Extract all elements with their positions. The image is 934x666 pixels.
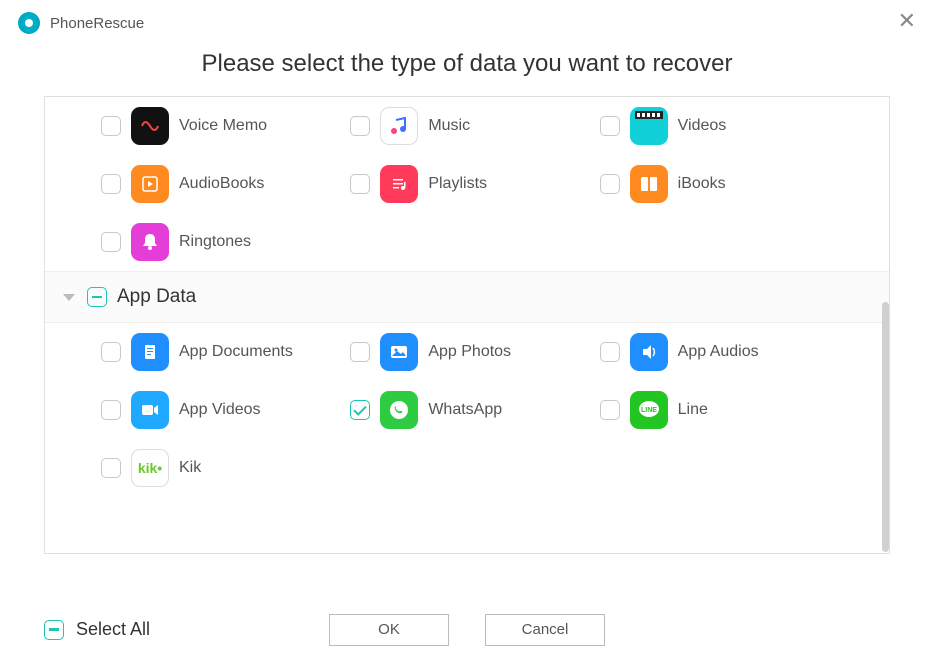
checkbox-app-audios[interactable]: [600, 342, 620, 362]
label-playlists: Playlists: [428, 175, 487, 193]
label-app-documents: App Documents: [179, 343, 293, 361]
videos-icon: [630, 107, 668, 145]
checkbox-playlists[interactable]: [350, 174, 370, 194]
app-photos-icon: [380, 333, 418, 371]
button-row: OK Cancel: [329, 614, 605, 646]
item-voice-memo[interactable]: Voice Memo: [101, 107, 350, 145]
scroll-area[interactable]: Voice Memo Music Videos: [45, 97, 889, 553]
cancel-button[interactable]: Cancel: [485, 614, 605, 646]
playlists-icon: [380, 165, 418, 203]
app-videos-icon: [131, 391, 169, 429]
item-line[interactable]: LINE Line: [600, 391, 849, 429]
checkbox-app-documents[interactable]: [101, 342, 121, 362]
app-audios-icon: [630, 333, 668, 371]
label-app-audios: App Audios: [678, 343, 759, 361]
checkbox-line[interactable]: [600, 400, 620, 420]
whatsapp-icon: [380, 391, 418, 429]
item-music[interactable]: Music: [350, 107, 599, 145]
chevron-down-icon: [63, 294, 75, 301]
ibooks-icon: [630, 165, 668, 203]
item-playlists[interactable]: Playlists: [350, 165, 599, 203]
media-row-1: Voice Memo Music Videos: [45, 97, 889, 155]
line-icon: LINE: [630, 391, 668, 429]
label-app-photos: App Photos: [428, 343, 511, 361]
label-app-videos: App Videos: [179, 401, 261, 419]
appdata-row-2: App Videos WhatsApp LINE Line: [45, 381, 889, 439]
checkbox-select-all[interactable]: [44, 620, 64, 640]
checkbox-music[interactable]: [350, 116, 370, 136]
app-title: PhoneRescue: [50, 15, 144, 32]
item-videos[interactable]: Videos: [600, 107, 849, 145]
checkbox-audiobooks[interactable]: [101, 174, 121, 194]
page-title: Please select the type of data you want …: [0, 50, 934, 78]
label-voice-memo: Voice Memo: [179, 117, 267, 135]
checkbox-voice-memo[interactable]: [101, 116, 121, 136]
item-app-photos[interactable]: App Photos: [350, 333, 599, 371]
section-app-data[interactable]: App Data: [45, 271, 889, 323]
item-app-audios[interactable]: App Audios: [600, 333, 849, 371]
media-row-2: AudioBooks Playlists iBooks: [45, 155, 889, 213]
appdata-row-3: kik• Kik: [45, 439, 889, 497]
select-all[interactable]: Select All: [44, 619, 150, 640]
checkbox-app-photos[interactable]: [350, 342, 370, 362]
label-ibooks: iBooks: [678, 175, 726, 193]
footer: Select All OK Cancel: [44, 619, 890, 640]
item-kik[interactable]: kik• Kik: [101, 449, 350, 487]
kik-icon: kik•: [131, 449, 169, 487]
label-videos: Videos: [678, 117, 727, 135]
label-audiobooks: AudioBooks: [179, 175, 264, 193]
item-audiobooks[interactable]: AudioBooks: [101, 165, 350, 203]
close-icon[interactable]: ✕: [898, 10, 916, 32]
audiobooks-icon: [131, 165, 169, 203]
voice-memo-icon: [131, 107, 169, 145]
app-logo: [18, 12, 40, 34]
item-ringtones[interactable]: Ringtones: [101, 223, 350, 261]
checkbox-ringtones[interactable]: [101, 232, 121, 252]
label-kik: Kik: [179, 459, 201, 477]
section-label-app-data: App Data: [117, 286, 196, 308]
svg-text:LINE: LINE: [641, 407, 657, 414]
data-type-panel: Voice Memo Music Videos: [44, 96, 890, 554]
checkbox-kik[interactable]: [101, 458, 121, 478]
media-row-3: Ringtones: [45, 213, 889, 271]
ringtones-icon: [131, 223, 169, 261]
appdata-row-1: App Documents App Photos App Audios: [45, 323, 889, 381]
label-ringtones: Ringtones: [179, 233, 251, 251]
label-music: Music: [428, 117, 470, 135]
checkbox-videos[interactable]: [600, 116, 620, 136]
item-ibooks[interactable]: iBooks: [600, 165, 849, 203]
item-whatsapp[interactable]: WhatsApp: [350, 391, 599, 429]
scrollbar[interactable]: [882, 302, 889, 552]
ok-button[interactable]: OK: [329, 614, 449, 646]
checkbox-app-data[interactable]: [87, 287, 107, 307]
label-whatsapp: WhatsApp: [428, 401, 502, 419]
music-icon: [380, 107, 418, 145]
checkbox-ibooks[interactable]: [600, 174, 620, 194]
select-all-label: Select All: [76, 619, 150, 640]
app-documents-icon: [131, 333, 169, 371]
checkbox-whatsapp[interactable]: [350, 400, 370, 420]
checkbox-app-videos[interactable]: [101, 400, 121, 420]
titlebar: PhoneRescue ✕: [0, 0, 934, 40]
item-app-videos[interactable]: App Videos: [101, 391, 350, 429]
item-app-documents[interactable]: App Documents: [101, 333, 350, 371]
label-line: Line: [678, 401, 708, 419]
